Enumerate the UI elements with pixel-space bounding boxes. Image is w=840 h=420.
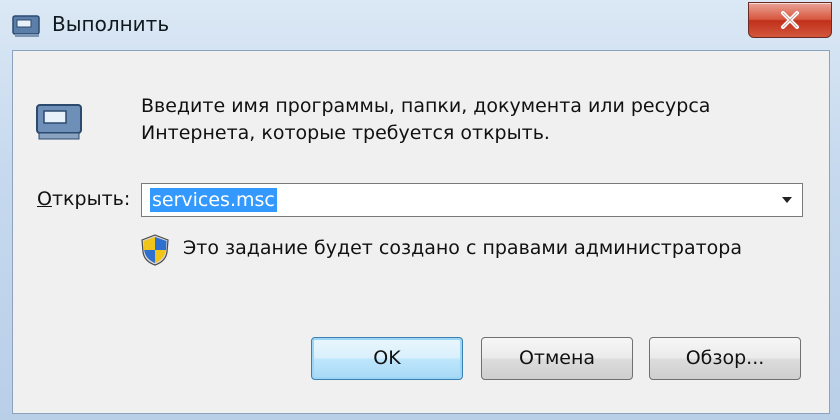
open-label: Открыть: xyxy=(37,188,130,210)
chevron-down-icon xyxy=(782,197,792,203)
browse-button[interactable]: Обзор... xyxy=(649,337,801,380)
title-bar[interactable]: Выполнить xyxy=(0,0,840,52)
run-program-icon xyxy=(35,103,85,141)
open-label-accelerator: О xyxy=(37,188,52,210)
close-icon xyxy=(781,11,799,29)
run-dialog-icon xyxy=(12,14,42,38)
open-combobox[interactable]: services.msc xyxy=(141,183,803,217)
dropdown-button[interactable] xyxy=(774,185,800,215)
window-title: Выполнить xyxy=(52,12,170,36)
instruction-line-2: Интернета, которые требуется открыть. xyxy=(141,122,550,144)
ok-button[interactable]: OK xyxy=(311,337,463,380)
admin-notice-text: Это задание будет создано с правами адми… xyxy=(183,237,742,259)
open-label-text: ткрыть: xyxy=(51,188,131,210)
window-frame: Выполнить Введите имя программы, папки, … xyxy=(0,0,840,420)
instruction-line-1: Введите имя программы, папки, документа … xyxy=(141,95,711,117)
open-input-value[interactable]: services.msc xyxy=(150,188,277,212)
instruction-text: Введите имя программы, папки, документа … xyxy=(141,93,781,147)
uac-shield-icon xyxy=(140,234,170,266)
dialog-body: Введите имя программы, папки, документа … xyxy=(12,50,830,414)
close-button[interactable] xyxy=(748,2,832,38)
cancel-button[interactable]: Отмена xyxy=(481,337,633,380)
